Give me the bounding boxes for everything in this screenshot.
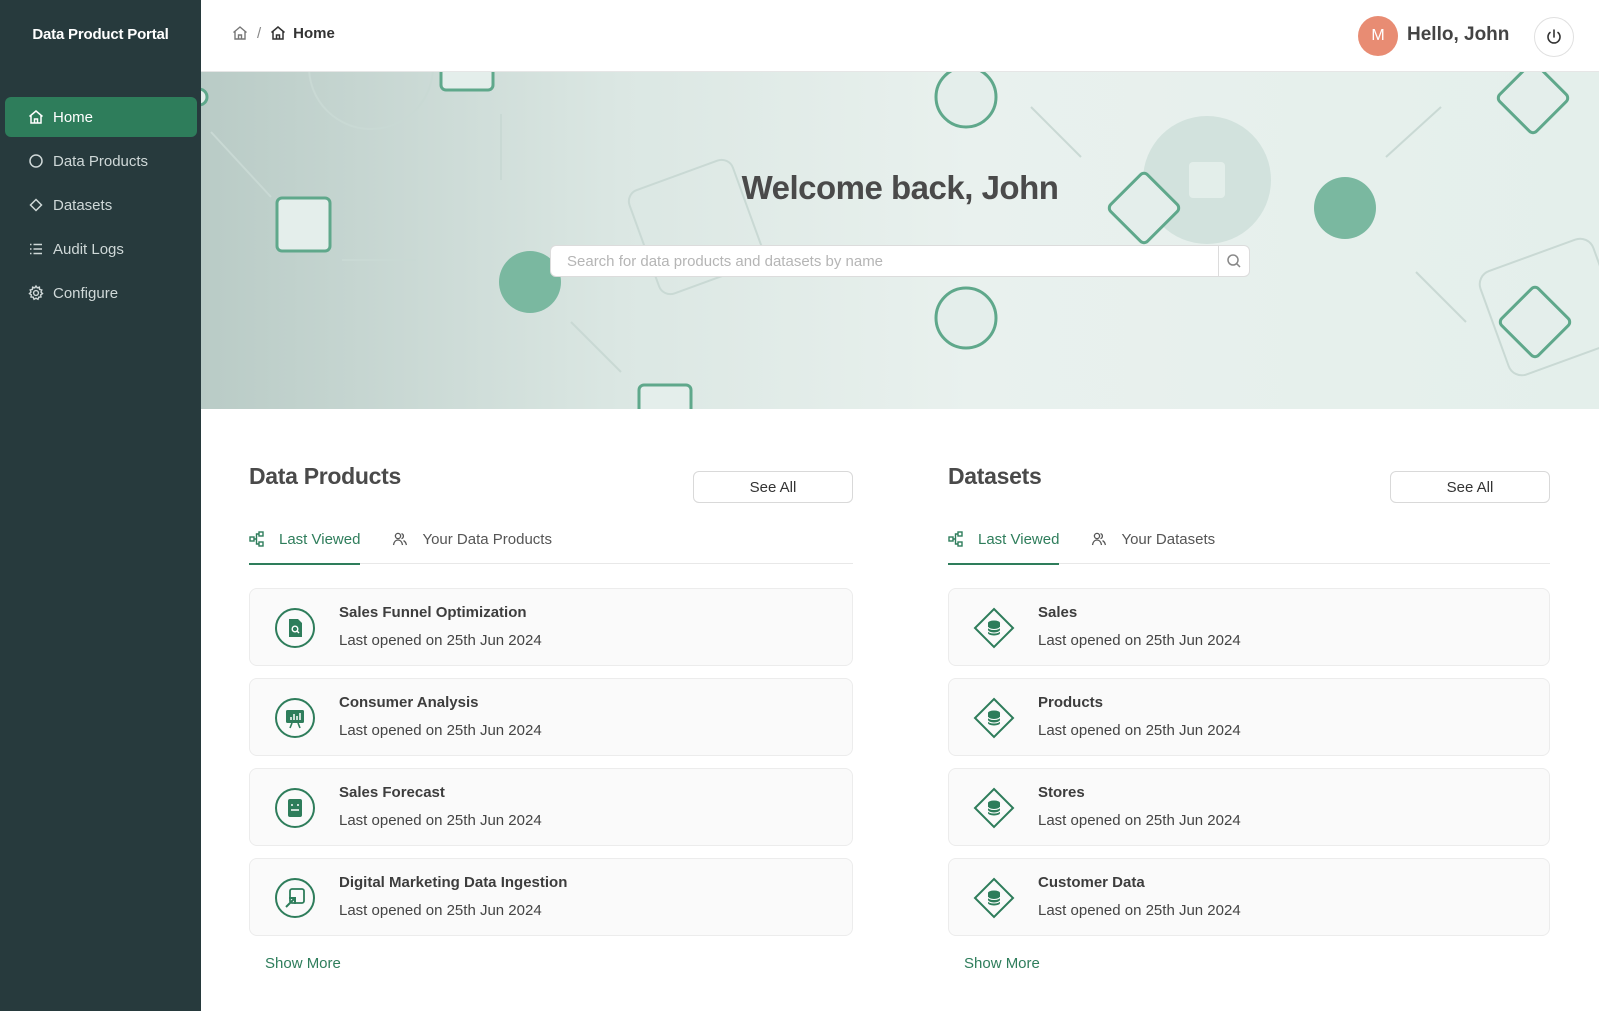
data-products-tabs: Last Viewed Your Data Products (249, 515, 853, 565)
datasets-see-all-button[interactable]: See All (1390, 471, 1550, 503)
avatar[interactable]: M (1358, 16, 1398, 56)
item-name: Consumer Analysis (339, 694, 479, 711)
item-last-opened: Last opened on 25th Jun 2024 (1038, 722, 1241, 739)
list-item[interactable]: Customer Data Last opened on 25th Jun 20… (948, 858, 1550, 936)
tab-your-data-products[interactable]: Your Data Products (392, 515, 552, 563)
welcome-heading: Welcome back, John (741, 169, 1059, 206)
list-item[interactable]: Sales Last opened on 25th Jun 2024 (948, 588, 1550, 666)
list-item[interactable]: Digital Marketing Data Ingestion Last op… (249, 858, 853, 936)
tab-label: Last Viewed (978, 530, 1060, 548)
tab-your-datasets[interactable]: Your Datasets (1091, 515, 1215, 563)
datasets-list: Sales Last opened on 25th Jun 2024 Produ… (948, 588, 1550, 948)
tab-last-viewed[interactable]: Last Viewed (948, 515, 1060, 565)
list-item[interactable]: Stores Last opened on 25th Jun 2024 (948, 768, 1550, 846)
tab-label: Last Viewed (279, 530, 361, 548)
data-products-list: Sales Funnel Optimization Last opened on… (249, 588, 853, 948)
lineage-icon (249, 531, 265, 547)
item-name: Stores (1038, 784, 1085, 801)
data-products-panel: Data Products See All Last Viewed Your D… (249, 463, 853, 972)
search-input[interactable] (551, 246, 1218, 276)
list-item[interactable]: Products Last opened on 25th Jun 2024 (948, 678, 1550, 756)
sidebar-item-label: Audit Logs (53, 240, 124, 258)
home-icon (231, 24, 249, 42)
breadcrumb-home-link[interactable] (231, 24, 249, 42)
breadcrumb-current: Home (293, 24, 335, 42)
hero-background-illustration (201, 72, 1599, 409)
ingest-arrow-icon (274, 877, 316, 919)
forecast-doc-icon (274, 787, 316, 829)
power-icon (1544, 27, 1564, 47)
users-icon (392, 531, 408, 547)
user-greeting: Hello, John (1407, 24, 1510, 45)
list-item[interactable]: Sales Funnel Optimization Last opened on… (249, 588, 853, 666)
item-last-opened: Last opened on 25th Jun 2024 (339, 902, 542, 919)
sidebar-item-home[interactable]: Home (5, 97, 197, 137)
item-name: Digital Marketing Data Ingestion (339, 874, 568, 891)
database-diamond-icon (973, 697, 1015, 739)
database-diamond-icon (973, 787, 1015, 829)
item-last-opened: Last opened on 25th Jun 2024 (339, 632, 542, 649)
circle-icon (27, 152, 45, 170)
presentation-chart-icon (274, 697, 316, 739)
sidebar-item-audit-logs[interactable]: Audit Logs (5, 229, 197, 269)
top-header: / Home M Hello, John (201, 0, 1599, 72)
sidebar-item-data-products[interactable]: Data Products (5, 141, 197, 181)
home-icon (27, 108, 45, 126)
item-last-opened: Last opened on 25th Jun 2024 (1038, 812, 1241, 829)
item-last-opened: Last opened on 25th Jun 2024 (1038, 902, 1241, 919)
list-item[interactable]: Sales Forecast Last opened on 25th Jun 2… (249, 768, 853, 846)
data-products-see-all-button[interactable]: See All (693, 471, 853, 503)
datasets-panel: Datasets See All Last Viewed Your Datase… (948, 463, 1550, 972)
logout-button[interactable] (1534, 17, 1574, 57)
tab-label: Your Data Products (422, 530, 552, 548)
datasets-tabs: Last Viewed Your Datasets (948, 515, 1550, 565)
item-last-opened: Last opened on 25th Jun 2024 (339, 722, 542, 739)
file-search-icon (274, 607, 316, 649)
item-last-opened: Last opened on 25th Jun 2024 (1038, 632, 1241, 649)
item-name: Customer Data (1038, 874, 1145, 891)
gear-icon (27, 284, 45, 302)
tab-last-viewed[interactable]: Last Viewed (249, 515, 361, 565)
search-button[interactable] (1218, 246, 1249, 276)
sidebar-item-label: Data Products (53, 152, 149, 170)
diamond-icon (27, 196, 45, 214)
database-diamond-icon (973, 877, 1015, 919)
breadcrumb: / Home (231, 24, 335, 42)
sidebar-item-datasets[interactable]: Datasets (5, 185, 197, 225)
list-icon (27, 240, 45, 258)
sidebar-item-label: Configure (53, 284, 119, 302)
list-item[interactable]: Consumer Analysis Last opened on 25th Ju… (249, 678, 853, 756)
search-icon (1226, 253, 1242, 269)
database-diamond-icon (973, 607, 1015, 649)
home-icon (269, 24, 287, 42)
sidebar-item-label: Datasets (53, 196, 113, 214)
brand-title: Data Product Portal (32, 26, 169, 43)
sidebar-nav: Home Data Products Datasets Audit Logs C… (5, 97, 197, 317)
item-name: Sales Funnel Optimization (339, 604, 527, 621)
sidebar-item-label: Home (53, 108, 94, 126)
datasets-show-more-link[interactable]: Show More (964, 955, 1040, 972)
hero-banner: Welcome back, John (201, 72, 1599, 409)
sidebar: Data Product Portal Home Data Products D… (0, 0, 201, 1011)
lineage-icon (948, 531, 964, 547)
tab-label: Your Datasets (1121, 530, 1216, 548)
search-bar (550, 245, 1250, 277)
item-name: Products (1038, 694, 1104, 711)
data-products-show-more-link[interactable]: Show More (265, 955, 341, 972)
item-name: Sales (1038, 604, 1078, 621)
sidebar-item-configure[interactable]: Configure (5, 273, 197, 313)
item-name: Sales Forecast (339, 784, 445, 801)
item-last-opened: Last opened on 25th Jun 2024 (339, 812, 542, 829)
breadcrumb-separator: / (257, 24, 262, 42)
users-icon (1091, 531, 1107, 547)
